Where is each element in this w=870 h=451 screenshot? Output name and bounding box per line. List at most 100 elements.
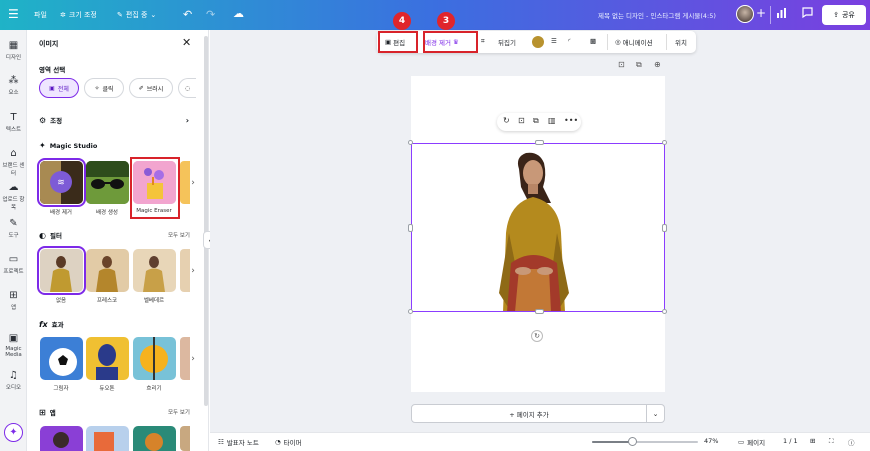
chevron-right-icon[interactable]: › xyxy=(187,161,199,204)
rail-item-magic-media[interactable]: ▣ Magic Media xyxy=(0,333,27,358)
chip-brush[interactable]: ✐ 브러시 xyxy=(129,78,173,98)
tile-effect-duotone[interactable] xyxy=(86,337,129,380)
insights-chart-icon[interactable] xyxy=(776,8,787,21)
rail-item-elements[interactable]: ⁂ 요소 xyxy=(0,75,27,96)
edit-mode-dropdown[interactable]: ✎ 편집 중 ⌄ xyxy=(117,10,156,20)
flip-button[interactable]: 뒤집기 xyxy=(498,37,516,47)
resize-handle[interactable] xyxy=(408,140,413,145)
comment-icon[interactable] xyxy=(802,7,813,21)
lock-icon[interactable]: ⊡ xyxy=(618,60,625,69)
tile-app-1[interactable] xyxy=(40,426,83,451)
refresh-icon[interactable]: ↻ xyxy=(503,116,510,125)
tile-bg-remove[interactable]: ≋ xyxy=(37,158,86,207)
fx-icon: fx xyxy=(39,319,48,329)
color-swatch[interactable] xyxy=(532,36,544,48)
text-icon: T xyxy=(10,112,17,123)
rail-item-tools[interactable]: ✎ 도구 xyxy=(0,218,27,239)
more-options-icon[interactable]: ••• xyxy=(564,116,578,125)
duplicate-page-icon[interactable]: ⧉ xyxy=(636,60,642,70)
tile-app-3[interactable] xyxy=(133,426,176,451)
rail-item-projects[interactable]: ▭ 프로젝트 xyxy=(0,254,27,275)
animate-button[interactable]: ◎ 애니메이션 xyxy=(615,37,653,47)
pages-icon: ▭ xyxy=(738,438,745,446)
rotate-icon[interactable]: ↻ xyxy=(531,330,543,342)
rail-item-apps[interactable]: ⊞ 앱 xyxy=(0,290,27,311)
rail-label: 도구 xyxy=(8,233,19,239)
apps-heading: ⊞ 앱 xyxy=(39,407,56,418)
adjust-row[interactable]: ⚙ 조정 › xyxy=(39,113,189,127)
rail-item-brand[interactable]: ⌂ 브랜드 센터 xyxy=(0,148,27,177)
resize-button[interactable]: ✲ 크기 조정 xyxy=(60,10,97,20)
tile-filter-belvedere[interactable] xyxy=(133,249,176,292)
file-menu[interactable]: 파일 xyxy=(34,10,47,20)
zoom-value[interactable]: 47% xyxy=(704,437,718,445)
close-icon[interactable]: ✕ xyxy=(182,36,191,49)
resize-handle[interactable] xyxy=(408,224,413,232)
resize-handle[interactable] xyxy=(662,309,667,314)
left-rail: ▦ 디자인 ⁂ 요소 T 텍스트 ⌂ 브랜드 센터 ☁ 업로드 항목 ✎ 도구 ▭ 프로젝트 … xyxy=(0,30,27,451)
resize-handle[interactable] xyxy=(662,140,667,145)
undo-icon[interactable]: ↶ xyxy=(183,8,192,21)
zoom-slider-handle[interactable] xyxy=(628,437,637,446)
crop-icon[interactable]: ⌗ xyxy=(481,37,485,46)
tile-filter-none[interactable] xyxy=(37,246,86,295)
panel-scrollbar[interactable] xyxy=(204,36,208,406)
chevron-right-icon[interactable]: › xyxy=(187,249,199,292)
top-toolbar: ☰ 파일 ✲ 크기 조정 ✎ 편집 중 ⌄ ↶ ↷ ☁ 제목 없는 디자인 - 인스타… xyxy=(0,0,870,30)
tile-app-2[interactable] xyxy=(86,426,129,451)
help-icon[interactable]: ⓘ xyxy=(848,437,855,447)
chip-more[interactable]: ◌ xyxy=(178,78,196,98)
grid-view-icon[interactable]: ⊞ xyxy=(810,437,815,445)
resize-handle[interactable] xyxy=(662,224,667,232)
trash-icon[interactable]: ▥ xyxy=(548,116,556,125)
fullscreen-icon[interactable]: ⛶ xyxy=(829,437,834,446)
tile-label: 듀오톤 xyxy=(99,386,115,392)
brush-icon: ✐ xyxy=(138,84,144,92)
rail-label: 프로젝트 xyxy=(3,269,24,275)
magic-studio-label: Magic Studio xyxy=(49,141,98,150)
element-mini-toolbar: ↻ ⊡ ⧉ ▥ ••• xyxy=(497,113,581,131)
tile-effect-shadow[interactable] xyxy=(40,337,83,380)
notes-button[interactable]: ☷ 발표자 노트 xyxy=(218,437,259,447)
rail-item-text[interactable]: T 텍스트 xyxy=(0,112,27,133)
filters-see-all-link[interactable]: 모두 보기 xyxy=(168,231,190,239)
duplicate-icon[interactable]: ⧉ xyxy=(533,116,539,126)
tile-filter-fresco[interactable] xyxy=(86,249,129,292)
tile-effect-blur[interactable] xyxy=(133,337,176,380)
chevron-down-icon[interactable]: ⌄ xyxy=(647,404,665,423)
avatar[interactable] xyxy=(736,5,754,23)
resize-handle[interactable] xyxy=(408,309,413,314)
resize-handle[interactable] xyxy=(535,140,544,145)
document-title[interactable]: 제목 없는 디자인 - 인스타그램 게시물(4:5) xyxy=(598,10,716,20)
share-button[interactable]: ⇪ 공유 xyxy=(822,5,866,25)
add-page-icon[interactable]: ⊕ xyxy=(654,60,661,69)
rail-item-uploads[interactable]: ☁ 업로드 항목 xyxy=(0,182,27,211)
timer-button[interactable]: ◔ 타이머 xyxy=(275,437,302,447)
add-collaborator-icon[interactable]: + xyxy=(756,6,766,20)
transparency-icon[interactable]: ▩ xyxy=(590,37,596,45)
menu-icon[interactable]: ☰ xyxy=(8,8,19,20)
rail-label: Magic Media xyxy=(5,346,22,358)
rail-item-design[interactable]: ▦ 디자인 xyxy=(0,40,27,61)
resize-handle[interactable] xyxy=(535,309,544,314)
tile-bg-generate[interactable] xyxy=(86,161,129,204)
cloud-save-icon[interactable]: ☁ xyxy=(233,7,244,20)
apps-see-all-link[interactable]: 모두 보기 xyxy=(168,408,190,416)
pages-button[interactable]: ▭ 페이지 xyxy=(738,437,765,447)
unlock-icon[interactable]: ⊡ xyxy=(518,116,525,125)
position-label: 위치 xyxy=(675,39,687,47)
shapes-icon: ⁂ xyxy=(8,75,19,86)
tile-label: 흐리기 xyxy=(146,386,162,392)
border-style-icon[interactable]: ☰ xyxy=(551,37,557,45)
corner-rounding-icon[interactable]: ◜ xyxy=(568,37,571,45)
magic-sparkle-button[interactable]: ✦ xyxy=(4,423,23,442)
chip-all[interactable]: ▣ 전체 xyxy=(39,78,79,98)
position-button[interactable]: 위치 xyxy=(675,37,687,47)
add-page-button[interactable]: + 페이지 추가 xyxy=(411,404,647,423)
rail-item-audio[interactable]: ♫ 오디오 xyxy=(0,370,27,391)
chevron-right-icon[interactable]: › xyxy=(187,337,199,380)
music-note-icon: ♫ xyxy=(9,370,18,381)
chip-click[interactable]: ✧ 클릭 xyxy=(84,78,124,98)
share-label: 공유 xyxy=(841,11,855,19)
redo-icon[interactable]: ↷ xyxy=(206,8,215,21)
